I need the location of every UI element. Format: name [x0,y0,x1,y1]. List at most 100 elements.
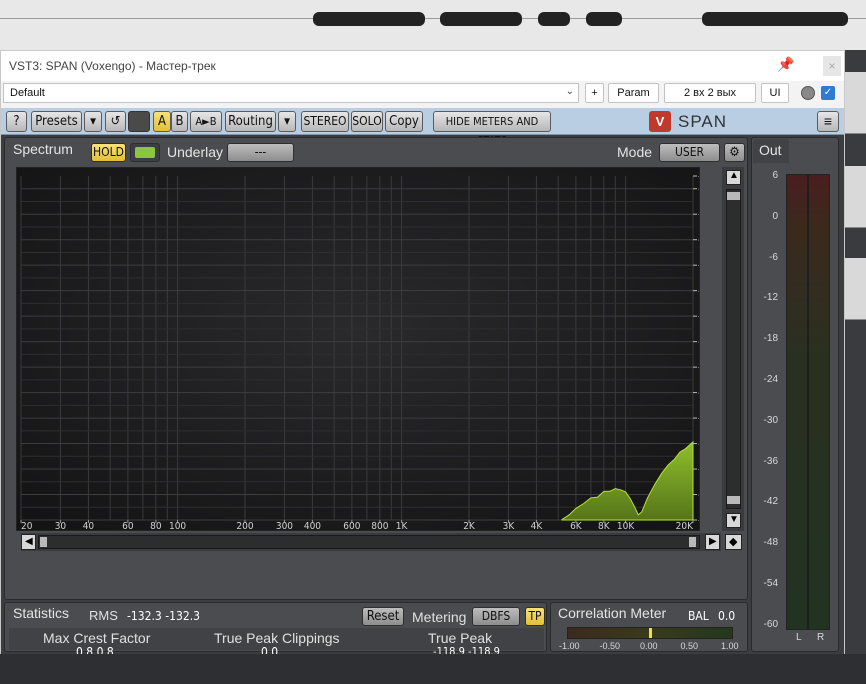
hscroll-thumb-right[interactable] [689,537,696,547]
freq-tick-label: 200 [236,521,253,530]
db-tick-label: -108 [698,363,699,374]
out-scale-label: -18 [763,333,778,345]
freq-tick-label: 80 [150,521,162,530]
undo-icon: ↺ [110,114,121,129]
db-tick-label: -168 [698,490,699,501]
arrow-right-icon: ▶ [709,536,717,547]
gear-icon[interactable]: ⚙ [724,143,745,162]
daw-tracks-right [845,50,866,684]
daw-bottom-area [0,654,866,684]
db-tick-label: -156 [698,465,699,476]
out-scale-label: -48 [763,537,778,549]
copy-button[interactable]: Copy [385,111,423,132]
correlation-tick-label: 1.00 [721,641,739,651]
help-button[interactable]: ? [6,111,27,132]
meter-divider [807,175,809,629]
io-button[interactable]: 2 вх 2 вых [664,83,756,103]
out-scale-label: 0 [772,210,778,222]
left-channel-label: L [796,632,802,643]
output-meter-panel: Out 6 0 -6 -12 -18 -24 -30 -36 -42 -48 -54 -60 L R [751,137,839,652]
window-titlebar[interactable]: VST3: SPAN (Voxengo) - Мастер-трек 📌 × [1,51,844,81]
pin-icon[interactable]: 📌 [777,56,794,73]
ui-button[interactable]: UI [761,83,789,103]
ab-b-button[interactable]: B [171,111,188,132]
color-swatch-button[interactable] [130,143,160,162]
add-button[interactable]: + [585,83,604,103]
presets-button[interactable]: Presets [31,111,82,132]
param-button[interactable]: Param [608,83,659,103]
bal-label: BAL [688,609,709,623]
spectrum-title: Spectrum [13,141,73,157]
db-tick-label: -60 [698,261,699,272]
true-peak-label: True Peak [428,630,493,646]
hide-meters-button[interactable]: HIDE METERS AND STATS [433,111,551,147]
freq-tick-label: 3K [503,521,516,530]
plugin-window: VST3: SPAN (Voxengo) - Мастер-трек 📌 × D… [0,50,845,659]
underlay-select[interactable]: --- [227,143,294,162]
scroll-thumb-bottom[interactable] [727,496,740,504]
ab-a-button[interactable]: A [153,111,171,132]
spectrum-panel: Spectrum HOLD Underlay --- Mode USER ⚙ -… [4,137,748,600]
stereo-button[interactable]: STEREO [301,111,349,132]
plugin-name: SPAN [678,112,728,131]
freq-tick-label: 1K [396,521,409,530]
freq-tick-label: 300 [276,521,293,530]
hold-button[interactable]: HOLD [91,143,126,162]
arrow-up-icon: ▲ [729,170,739,181]
daw-arrange-strip [0,0,866,50]
solo-button[interactable]: SOLO [351,111,383,132]
correlation-indicator [649,628,652,638]
ab-copy-button[interactable]: A►B [190,111,222,132]
out-scale-label: -60 [763,618,778,630]
redo-button[interactable] [128,111,150,132]
freq-tick-label: 10K [617,521,635,530]
max-crest-label: Max Crest Factor [43,630,151,646]
mode-select[interactable]: USER [659,143,720,162]
db-tick-label: -48 [698,235,699,246]
metering-select[interactable]: DBFS [472,607,520,626]
enable-checkbox[interactable]: ✓ [821,86,835,100]
out-scale-label: -12 [763,292,778,304]
rms-label: RMS [89,608,118,623]
plot-background [17,168,699,530]
chevron-down-icon: ⌄ [565,86,574,97]
color-swatch [135,147,155,158]
hamburger-menu-icon[interactable]: ≡ [817,111,839,132]
db-tick-label: -144 [698,439,699,450]
mode-label: Mode [617,144,653,160]
spectrum-plot[interactable]: -18-24 -36 -48 -60 -72 -84 -96 -108 -120 -132 -144… [16,167,700,531]
scroll-thumb-top[interactable] [727,192,740,200]
close-button[interactable]: × [823,56,841,76]
scroll-up-button[interactable]: ▲ [726,170,741,185]
wet-knob[interactable] [801,86,815,100]
scroll-down-button[interactable]: ▼ [726,513,741,528]
db-tick-label: -96 [698,337,699,348]
scroll-right-button[interactable]: ▶ [705,534,720,550]
presets-menu-button[interactable]: ▾ [84,111,102,132]
vertical-scrollbar[interactable]: ▲ ▼ [722,167,744,531]
hscroll-thumb-left[interactable] [40,537,47,547]
db-tick-label: -132 [698,414,699,425]
chevron-down-icon: ▾ [284,114,290,129]
routing-menu-button[interactable]: ▾ [278,111,296,132]
zoom-reset-button[interactable]: ◆ [725,534,742,550]
hscroll-track[interactable] [38,535,700,549]
db-tick-label: -18 [698,172,699,183]
preset-dropdown[interactable]: Default ⌄ [3,83,579,103]
correlation-panel: Correlation Meter BAL 0.0 -1.00 -0.50 0.00… [550,602,748,652]
db-tick-label: -180 [698,516,699,527]
correlation-tick-label: -1.00 [559,641,580,651]
tp-button[interactable]: TP [525,607,545,626]
freq-tick-label: 20K [676,521,694,530]
out-scale: 6 0 -6 -12 -18 -24 -30 -36 -42 -48 -54 -60 [752,138,782,653]
undo-button[interactable]: ↺ [105,111,126,132]
scroll-left-button[interactable]: ◀ [21,534,36,550]
horizontal-scrollbar[interactable]: ◀ ▶ [21,533,721,551]
reset-button[interactable]: Reset [362,607,404,626]
freq-tick-label: 30 [55,521,67,530]
routing-button[interactable]: Routing [225,111,276,132]
underlay-label: Underlay [167,144,224,160]
scroll-track[interactable] [726,189,741,509]
db-tick-label: -24 [698,184,699,195]
out-scale-label: -6 [769,251,778,263]
